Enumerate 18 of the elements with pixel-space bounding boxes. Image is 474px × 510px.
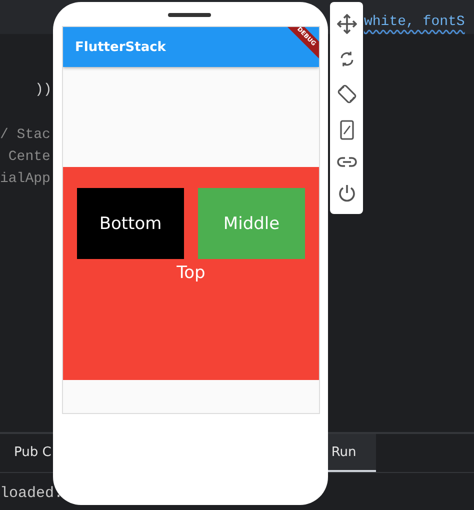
code-line: ialApp — [0, 170, 50, 189]
code-line: / Stac — [0, 126, 50, 145]
power-icon[interactable] — [338, 184, 356, 202]
orientation-icon[interactable] — [336, 84, 356, 104]
code-line: )) — [35, 81, 52, 100]
panel-tab[interactable]: Run — [327, 434, 376, 472]
speaker-slot — [168, 13, 211, 17]
link-icon[interactable] — [336, 156, 356, 168]
panel-tab[interactable]: Pub C — [14, 434, 52, 472]
output-text: loaded. — [0, 485, 64, 502]
code-line: Cente — [7, 148, 50, 167]
top-label: Top — [176, 263, 206, 283]
phone-resize-icon[interactable] — [338, 120, 354, 140]
code-line: white, fontS — [364, 13, 465, 32]
move-icon[interactable] — [336, 14, 356, 34]
stack-box: Bottom — [77, 188, 184, 259]
app-title: FlutterStack — [75, 40, 166, 54]
stack-box: Middle — [198, 188, 305, 259]
